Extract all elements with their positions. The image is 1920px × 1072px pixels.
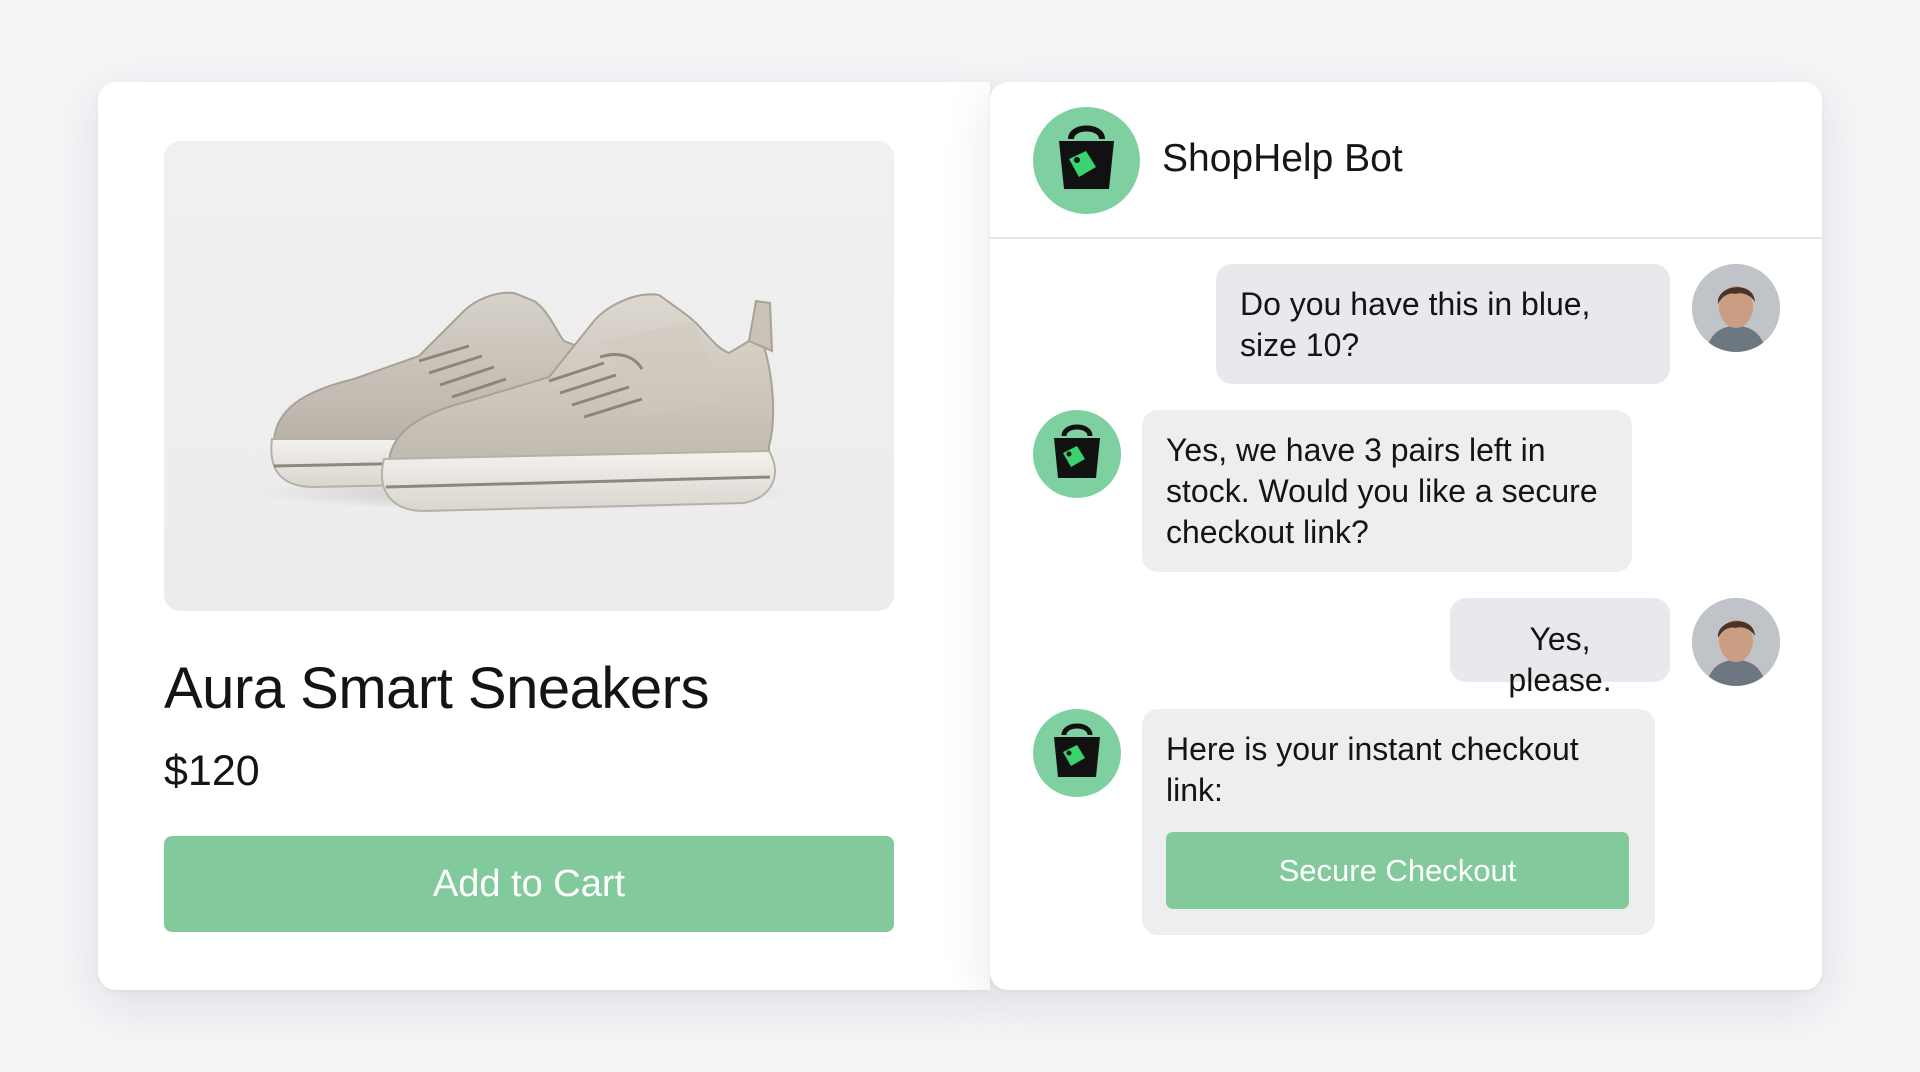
- user-avatar: [1692, 264, 1780, 352]
- chat-panel: ShopHelp Bot Do you have this in blue, s…: [990, 82, 1822, 990]
- product-price: $120: [164, 747, 260, 795]
- user-photo-icon: [1692, 264, 1780, 352]
- bot-avatar: [1033, 107, 1140, 214]
- shopping-bag-tag-icon: [1054, 723, 1100, 777]
- user-message-bubble: Yes, please.: [1450, 598, 1670, 698]
- message-text: Yes, we have 3 pairs left in stock. Woul…: [1166, 432, 1598, 550]
- chat-header: ShopHelp Bot: [990, 82, 1822, 239]
- user-avatar: [1692, 598, 1780, 686]
- user-message-bubble: Do you have this in blue, size 10?: [1216, 264, 1670, 384]
- product-title: Aura Smart Sneakers: [164, 656, 709, 721]
- message-text: Do you have this in blue, size 10?: [1240, 286, 1591, 363]
- bot-message-bubble: Here is your instant checkout link: Secu…: [1142, 709, 1655, 935]
- bot-avatar: [1033, 410, 1121, 498]
- product-panel: Aura Smart Sneakers $120 Add to Cart: [98, 82, 990, 990]
- shopping-bag-tag-icon: [1059, 125, 1114, 189]
- message-text: Here is your instant checkout link:: [1166, 731, 1579, 808]
- shopping-bag-tag-icon: [1054, 424, 1100, 478]
- bot-message-bubble: Yes, we have 3 pairs left in stock. Woul…: [1142, 410, 1632, 572]
- message-text: Yes, please.: [1508, 621, 1612, 698]
- bot-avatar: [1033, 709, 1121, 797]
- user-photo-icon: [1692, 598, 1780, 686]
- sneaker-illustration: [254, 291, 794, 513]
- app-stage: Aura Smart Sneakers $120 Add to Cart Sho…: [0, 0, 1920, 1072]
- chat-title: ShopHelp Bot: [1162, 137, 1403, 180]
- add-to-cart-button[interactable]: Add to Cart: [164, 836, 894, 932]
- product-image: [164, 141, 894, 611]
- secure-checkout-button[interactable]: Secure Checkout: [1166, 832, 1629, 909]
